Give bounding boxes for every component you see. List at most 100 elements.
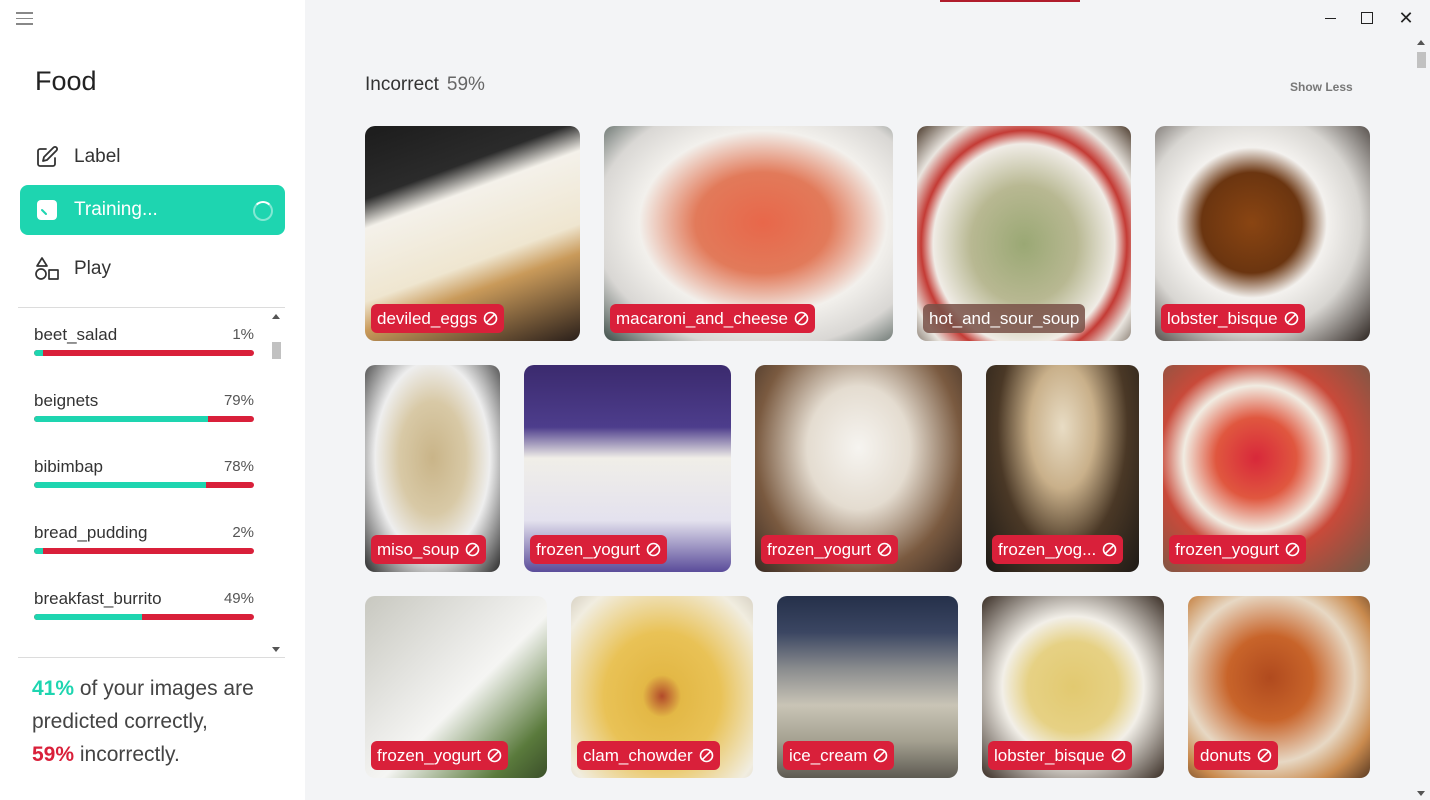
image-tile[interactable]: frozen_yogurt [755, 365, 962, 572]
scroll-thumb[interactable] [1417, 52, 1426, 68]
class-accuracy: 2% [232, 524, 254, 541]
nav-play[interactable]: Play [20, 244, 285, 294]
image-tile[interactable]: ice_cream [777, 596, 958, 778]
scroll-up-icon[interactable] [1417, 40, 1425, 45]
accuracy-bar [34, 614, 254, 620]
tile-label: frozen_yogurt [377, 746, 481, 765]
class-item-breakfast-burrito[interactable]: breakfast_burrito 49% [34, 572, 254, 632]
block-icon [1102, 542, 1117, 557]
image-tile[interactable]: frozen_yog... [986, 365, 1139, 572]
main-scrollbar[interactable] [1413, 36, 1430, 800]
summary-text-2: incorrectly. [74, 743, 180, 766]
image-tile[interactable]: frozen_yogurt [365, 596, 547, 778]
class-item-bibimbap[interactable]: bibimbap 78% [34, 440, 254, 500]
class-name: breakfast_burrito [34, 589, 162, 608]
image-tile[interactable]: deviled_eggs [365, 126, 580, 341]
incorrect-pct: 59% [32, 743, 75, 766]
nav-label[interactable]: Label [20, 132, 285, 182]
scroll-up-icon[interactable] [272, 314, 280, 319]
nav-training-text: Training... [74, 199, 158, 220]
class-name: bread_pudding [34, 523, 148, 542]
tile-label: hot_and_sour_soup [929, 309, 1080, 328]
label-tag: frozen_yog... [992, 535, 1124, 564]
image-tile[interactable]: lobster_bisque [982, 596, 1164, 778]
label-tag: frozen_yogurt [371, 741, 508, 770]
tile-label: miso_soup [377, 540, 460, 559]
tile-label: macaroni_and_cheese [616, 309, 789, 328]
block-icon [877, 542, 892, 557]
tile-label: frozen_yogurt [1175, 540, 1279, 559]
block-icon [465, 542, 480, 557]
divider [18, 657, 285, 658]
block-icon [794, 311, 809, 326]
label-tag: miso_soup [371, 535, 487, 564]
project-title: Food [35, 66, 97, 96]
tile-label: deviled_eggs [377, 309, 478, 328]
main-content: ✕ Incorrect 59% Show Less deviled_eggs ma… [305, 0, 1430, 800]
scroll-thumb[interactable] [272, 342, 281, 359]
block-icon [699, 748, 714, 763]
block-icon [1284, 311, 1299, 326]
image-tile[interactable]: clam_chowder [571, 596, 753, 778]
block-icon [873, 748, 888, 763]
tile-label: frozen_yogurt [767, 540, 871, 559]
class-item-beet-salad[interactable]: beet_salad 1% [34, 308, 254, 368]
label-tag: macaroni_and_cheese [610, 304, 816, 333]
class-accuracy: 49% [223, 590, 254, 607]
image-tile[interactable]: donuts [1188, 596, 1370, 778]
show-less-button[interactable]: Show Less [1290, 80, 1353, 94]
shapes-icon [34, 256, 60, 282]
hamburger-menu-icon[interactable] [16, 12, 33, 26]
maximize-icon[interactable] [1357, 8, 1377, 28]
class-accuracy: 1% [232, 326, 254, 343]
tile-label: lobster_bisque [1167, 309, 1278, 328]
tile-label: frozen_yog... [998, 540, 1097, 559]
close-icon[interactable]: ✕ [1396, 8, 1416, 28]
image-tile[interactable]: frozen_yogurt [524, 365, 731, 572]
class-name: beet_salad [34, 325, 118, 344]
block-icon [1257, 748, 1272, 763]
tile-label: frozen_yogurt [536, 540, 640, 559]
image-tile[interactable]: miso_soup [365, 365, 500, 572]
loading-spinner-icon [253, 201, 273, 221]
scroll-down-icon[interactable] [272, 647, 280, 652]
block-icon [646, 542, 661, 557]
section-title: Incorrect 59% [365, 74, 485, 96]
accuracy-bar [34, 416, 254, 422]
nav-play-text: Play [74, 258, 111, 279]
section-title-text: Incorrect [365, 74, 439, 95]
label-tag: clam_chowder [577, 741, 720, 770]
correct-pct: 41% [32, 677, 75, 700]
nav-label-text: Label [74, 146, 121, 167]
edit-icon [34, 144, 60, 170]
top-strip [940, 0, 1080, 2]
image-tile[interactable]: hot_and_sour_soup [917, 126, 1131, 341]
label-tag: hot_and_sour_soup [923, 304, 1086, 333]
label-tag: lobster_bisque [1161, 304, 1305, 333]
class-name: bibimbap [34, 457, 103, 476]
minimize-icon[interactable] [1320, 8, 1340, 28]
nav-training[interactable]: Training... [20, 185, 285, 235]
block-icon [483, 311, 498, 326]
accuracy-bar [34, 350, 254, 356]
label-tag: ice_cream [783, 741, 895, 770]
block-icon [1285, 542, 1300, 557]
image-tile[interactable]: macaroni_and_cheese [604, 126, 893, 341]
image-tile[interactable]: frozen_yogurt [1163, 365, 1370, 572]
class-list-scrollbar[interactable] [268, 308, 285, 658]
block-icon [487, 748, 502, 763]
image-tile[interactable]: lobster_bisque [1155, 126, 1370, 341]
accuracy-bar [34, 482, 254, 488]
scroll-down-icon[interactable] [1417, 791, 1425, 796]
class-item-bread-pudding[interactable]: bread_pudding 2% [34, 506, 254, 566]
section-pct: 59% [446, 74, 485, 95]
sidebar: Food Label Training... Play beet_salad 1… [0, 0, 305, 800]
tile-label: ice_cream [789, 746, 868, 765]
class-name: beignets [34, 391, 99, 410]
class-accuracy: 79% [223, 392, 254, 409]
class-item-beignets[interactable]: beignets 79% [34, 374, 254, 434]
label-tag: deviled_eggs [371, 304, 505, 333]
label-tag: frozen_yogurt [530, 535, 667, 564]
training-icon [34, 197, 60, 223]
class-accuracy: 78% [223, 458, 254, 475]
